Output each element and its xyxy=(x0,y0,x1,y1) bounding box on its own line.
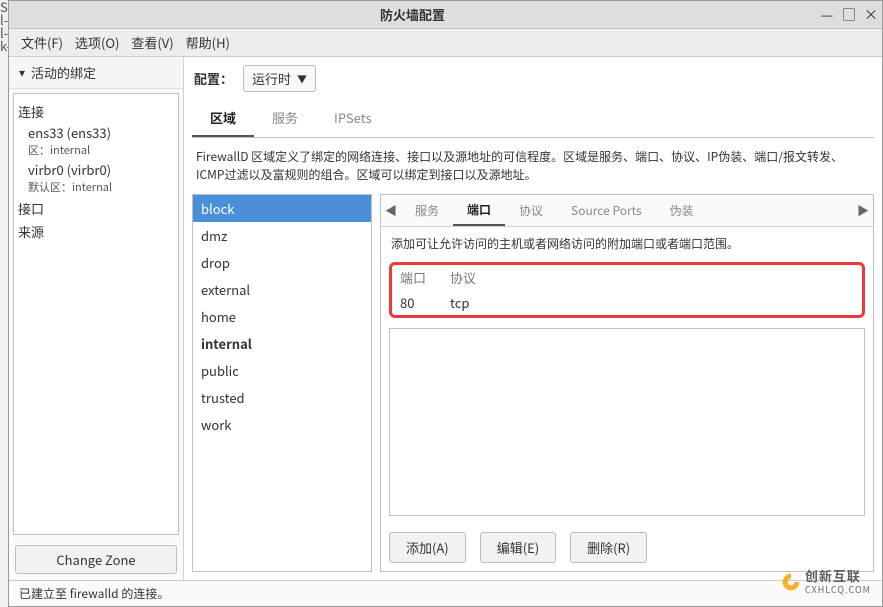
menu-help[interactable]: 帮助(H) xyxy=(186,33,230,52)
tab-zones[interactable]: 区域 xyxy=(192,100,254,137)
subtab-protocols[interactable]: 协议 xyxy=(505,196,557,225)
ports-description: 添加可让允许访问的主机或者网络访问的附加端口或者端口范围。 xyxy=(381,227,873,260)
watermark: 创新互联 CXHLCQ.COM xyxy=(781,569,871,595)
zone-item-dmz[interactable]: dmz xyxy=(193,222,371,249)
zone-item-internal[interactable]: internal xyxy=(193,330,371,357)
subtab-masquerade[interactable]: 伪装 xyxy=(656,196,708,225)
zone-list[interactable]: blockdmzdropexternalhomeinternalpublictr… xyxy=(192,194,372,572)
highlight-frame: 端口 协议 80 tcp xyxy=(389,262,865,318)
menu-view[interactable]: 查看(V) xyxy=(131,33,173,52)
subtab-services[interactable]: 服务 xyxy=(401,196,453,225)
firewall-config-window: 防火墙配置 — □ × 文件(F) 选项(O) 查看(V) 帮助(H) ▾ 活动… xyxy=(8,0,883,607)
zone-item-home[interactable]: home xyxy=(193,303,371,330)
zone-item-drop[interactable]: drop xyxy=(193,249,371,276)
chevron-down-icon: ▾ xyxy=(19,64,25,81)
zone-detail: ◀ 服务 端口 协议 Source Ports 伪装 ▶ 添加可让允许访问的主机… xyxy=(380,194,874,572)
col-protocol[interactable]: 协议 xyxy=(442,265,862,290)
tree-category-sources[interactable]: 来源 xyxy=(18,222,174,241)
zone-item-trusted[interactable]: trusted xyxy=(193,384,371,411)
config-row: 配置： 运行时 ▼ xyxy=(184,57,882,100)
window-title: 防火墙配置 xyxy=(9,5,816,24)
tree-item-ens33-zone: 区：internal xyxy=(28,142,174,158)
sidebar-title: 活动的绑定 xyxy=(31,63,96,82)
zone-item-work[interactable]: work xyxy=(193,411,371,438)
config-selector[interactable]: 运行时 ▼ xyxy=(243,65,316,92)
minimize-icon[interactable]: — xyxy=(816,5,838,25)
config-label: 配置： xyxy=(194,69,233,88)
delete-button[interactable]: 删除(R) xyxy=(570,532,647,563)
tree-item-virbr0[interactable]: virbr0 (virbr0) xyxy=(28,160,174,179)
watermark-sub: CXHLCQ.COM xyxy=(805,583,871,596)
proto-cell: tcp xyxy=(442,290,862,315)
subtab-ports[interactable]: 端口 xyxy=(453,195,505,226)
logo-icon xyxy=(781,572,801,592)
change-zone-button[interactable]: Change Zone xyxy=(15,545,177,574)
bindings-tree[interactable]: 连接 ens33 (ens33) 区：internal virbr0 (virb… xyxy=(13,93,179,535)
menu-options[interactable]: 选项(O) xyxy=(75,33,119,52)
zone-subtabs: ◀ 服务 端口 协议 Source Ports 伪装 ▶ xyxy=(381,195,873,227)
sidebar-header[interactable]: ▾ 活动的绑定 xyxy=(9,57,183,89)
subtab-source-ports[interactable]: Source Ports xyxy=(557,196,656,225)
tree-category-interfaces[interactable]: 接口 xyxy=(18,199,174,218)
status-bar: 已建立至 firewalld 的连接。 xyxy=(9,580,882,606)
tab-services[interactable]: 服务 xyxy=(254,100,316,137)
titlebar: 防火墙配置 — □ × xyxy=(9,1,882,29)
port-row[interactable]: 80 tcp xyxy=(392,290,862,315)
menubar: 文件(F) 选项(O) 查看(V) 帮助(H) xyxy=(9,29,882,57)
scroll-right-icon[interactable]: ▶ xyxy=(853,202,873,219)
port-buttons: 添加(A) 编辑(E) 删除(R) xyxy=(381,524,873,571)
sidebar: ▾ 活动的绑定 连接 ens33 (ens33) 区：internal virb… xyxy=(9,57,184,580)
port-cell: 80 xyxy=(392,290,442,315)
port-table-body[interactable] xyxy=(389,328,865,516)
edit-button[interactable]: 编辑(E) xyxy=(480,532,556,563)
main-tabs: 区域 服务 IPSets xyxy=(192,100,874,138)
editor-gutter: S) l- l- k- xyxy=(0,0,8,52)
tab-ipsets[interactable]: IPSets xyxy=(316,100,390,137)
chevron-down-icon: ▼ xyxy=(297,71,307,86)
zone-description: FirewallD 区域定义了绑定的网络连接、接口以及源地址的可信程度。区域是服… xyxy=(184,138,882,194)
config-value: 运行时 xyxy=(252,69,291,88)
main-area: 配置： 运行时 ▼ 区域 服务 IPSets FirewallD 区域定义了绑定… xyxy=(184,57,882,580)
tree-item-ens33[interactable]: ens33 (ens33) xyxy=(28,123,174,142)
maximize-icon[interactable]: □ xyxy=(838,5,860,25)
add-button[interactable]: 添加(A) xyxy=(389,532,466,563)
col-port[interactable]: 端口 xyxy=(392,265,442,290)
zone-item-block[interactable]: block xyxy=(193,195,371,222)
zone-item-public[interactable]: public xyxy=(193,357,371,384)
close-icon[interactable]: × xyxy=(860,5,882,25)
tree-item-virbr0-zone: 默认区：internal xyxy=(28,179,174,195)
tree-category-connections[interactable]: 连接 xyxy=(18,102,174,121)
scroll-left-icon[interactable]: ◀ xyxy=(381,202,401,219)
zone-item-external[interactable]: external xyxy=(193,276,371,303)
menu-file[interactable]: 文件(F) xyxy=(21,33,63,52)
